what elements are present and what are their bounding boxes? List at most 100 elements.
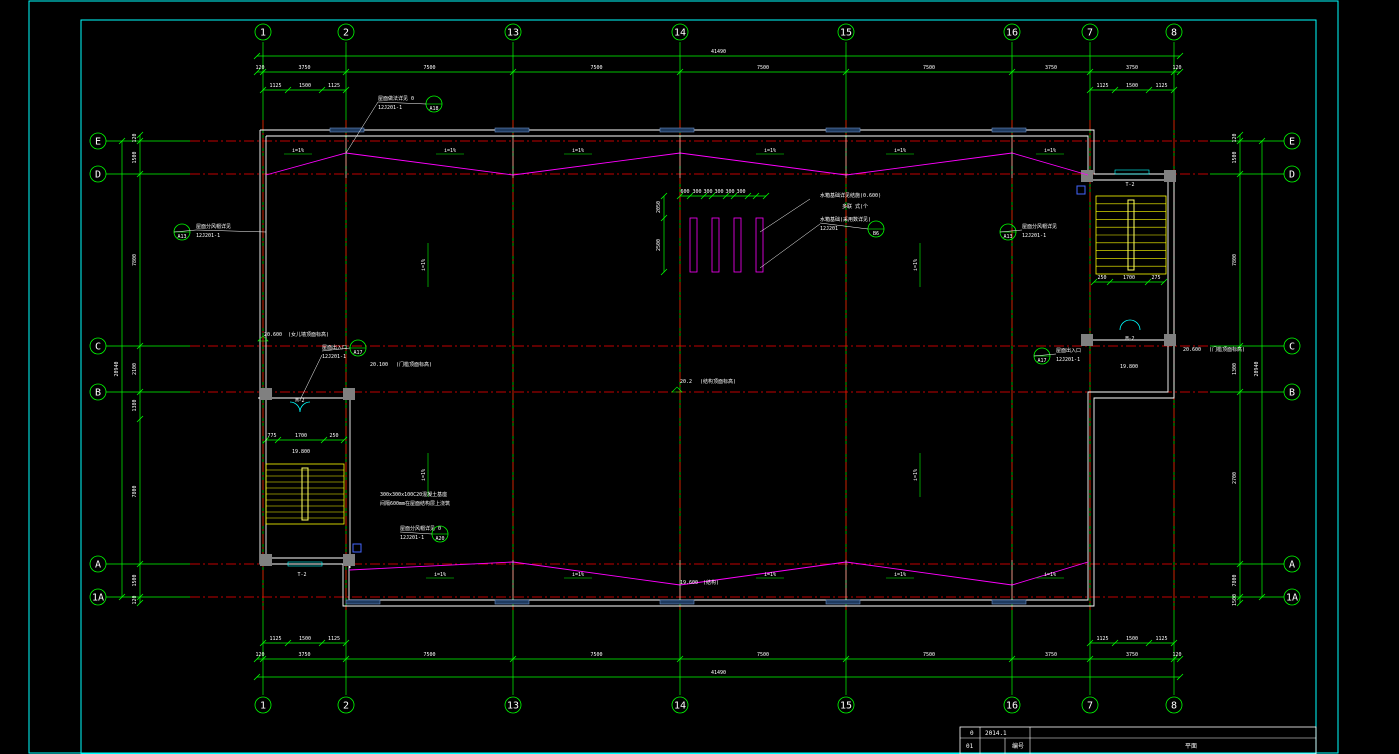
axis-bubble-label: 1 [260, 28, 266, 39]
dim-bottom-left-label: 1500 [299, 636, 311, 642]
left-parapet-note: (女儿墙顶面标高) [288, 331, 329, 338]
slope-label: i=1% [434, 572, 446, 578]
dim-left-overall-label: 20940 [114, 361, 120, 376]
dim-top-left-label: 1125 [269, 83, 281, 89]
dim-stair-right-label: 275 [1151, 275, 1160, 281]
title-block-name: 平面 [1185, 743, 1197, 750]
elev-marker [671, 386, 683, 393]
window [825, 127, 861, 133]
window [494, 127, 530, 133]
column [260, 554, 272, 566]
dim-left-label: 7800 [132, 485, 138, 497]
detail-water-title: 水箱基础(采用数详见) [820, 216, 871, 223]
outer-frame [28, 0, 1339, 754]
slope-label: i=1% [292, 148, 304, 154]
column [1164, 170, 1176, 182]
axis-grid-layer: 1 1 2 2 13 13 14 14 15 15 16 16 7 7 8 8 E E D D C C B B A A 1A 1A [89, 23, 1301, 714]
dim-top-row1-label: 7500 [423, 65, 435, 71]
tank-base [733, 217, 742, 273]
pipe-note-2: 间隔600mm在屋面结构层上浇筑 [380, 500, 450, 507]
dim-right-overall-label: 20940 [1254, 361, 1260, 376]
detail-right-ref: 12J201-1 [1022, 233, 1046, 239]
dim-bottom-left-label: 1125 [269, 636, 281, 642]
dim-left-label: 1380 [132, 399, 138, 411]
dim-left-label: 2100 [132, 363, 138, 375]
water-note-2: 多联 式(个 [842, 203, 868, 210]
parapet-outer [259, 129, 1175, 607]
detail-left-entry-leader [299, 354, 323, 401]
dim-top-left-label: 1125 [328, 83, 340, 89]
stair-label-left: T-2 [297, 572, 306, 578]
dim-bottom-row1-label: 7500 [590, 652, 602, 658]
dim-bottom-row1-label: 7500 [757, 652, 769, 658]
title-block-no: 01 [966, 743, 974, 750]
detail-left-sheet: A13 [177, 234, 186, 240]
right-elev-note: (门槛顶面标高) [1209, 346, 1245, 353]
dim-top-row1-label: 7500 [590, 65, 602, 71]
slope-label-v: i=1% [421, 469, 427, 481]
axis-bubble-label: E [95, 137, 101, 148]
dim-right-label: 120 [1232, 133, 1238, 142]
slope-label: i=1% [572, 148, 584, 154]
detail-water-sheet: B6 [873, 231, 879, 237]
dim-top-left-label: 1500 [299, 83, 311, 89]
window [659, 599, 695, 605]
axis-bubble-label: C [95, 342, 101, 353]
window [991, 599, 1027, 605]
detail-top-leader [345, 101, 379, 154]
mid-elev-note: (结构顶面标高) [700, 378, 736, 385]
detail-left-ref: 12J201-1 [196, 233, 220, 239]
detail-top-underline [377, 101, 427, 105]
axis-bubble-label: E [1289, 137, 1295, 148]
axis-bubble-label: 14 [674, 701, 686, 712]
roof-plan-drawing: 1 1 2 2 13 13 14 14 15 15 16 16 7 7 8 8 E E D D C C B B A A 1A 1A 4… [28, 0, 1339, 754]
dim-water-label: 300 [725, 189, 734, 195]
window [991, 127, 1027, 133]
slope-label: i=1% [764, 572, 776, 578]
window [345, 599, 381, 605]
window [659, 127, 695, 133]
title-block-rev: 0 [970, 730, 974, 737]
axis-bubble-label: 2 [343, 28, 349, 39]
dim-water-label: 300 [692, 189, 701, 195]
axis-bubble-label: B [1289, 388, 1295, 399]
axis-bubble-label: 16 [1006, 28, 1018, 39]
detail-right-title: 屋面分风帽详见 [1022, 223, 1057, 230]
dim-stair-right-label: 1700 [1123, 275, 1135, 281]
dim-stair-left-label: 775 [267, 433, 276, 439]
dim-right-label: 7800 [1232, 254, 1238, 266]
tank-base [689, 217, 698, 273]
slope-line [265, 152, 1089, 176]
axis-bubble-label: 7 [1087, 701, 1093, 712]
dim-water-label: 300 [736, 189, 745, 195]
slope-label: i=1% [444, 148, 456, 154]
dim-stair-left-label: 250 [329, 433, 338, 439]
dim-bottom-row1-label: 120 [255, 652, 264, 658]
slope-label: i=1% [894, 148, 906, 154]
column [1081, 334, 1093, 346]
dim-water-v-label: 2050 [656, 201, 662, 213]
axis-bubble-label: C [1289, 342, 1295, 353]
axis-bubble-label: 1A [1286, 593, 1298, 604]
stair-label-right: T-2 [1125, 182, 1134, 188]
pipe-note: 300x300x100C20混凝土基座 [380, 491, 447, 498]
detail-water-ref: 12J201 [820, 226, 838, 232]
detail-rain-underline [399, 531, 433, 535]
dim-top-right-label: 1500 [1126, 83, 1138, 89]
axis-bubble-label: 16 [1006, 701, 1018, 712]
window [825, 599, 861, 605]
detail-water-leader [759, 223, 821, 269]
dim-left-label: 120 [132, 595, 138, 604]
dim-stair-left-label: 1700 [295, 433, 307, 439]
column [260, 388, 272, 400]
left-stair-elev: 19.800 [292, 449, 310, 455]
dim-top-row1-label: 7500 [923, 65, 935, 71]
axis-bubble-label: 13 [507, 28, 519, 39]
window [329, 127, 365, 133]
dim-right-label: 1500 [1232, 151, 1238, 163]
column [1164, 334, 1176, 346]
detail-left-entry-title: 屋面出入口 [322, 344, 347, 351]
axis-bubble-label: A [1289, 560, 1295, 571]
slope-label: i=1% [1044, 572, 1056, 578]
axis-bubble-label: 7 [1087, 28, 1093, 39]
